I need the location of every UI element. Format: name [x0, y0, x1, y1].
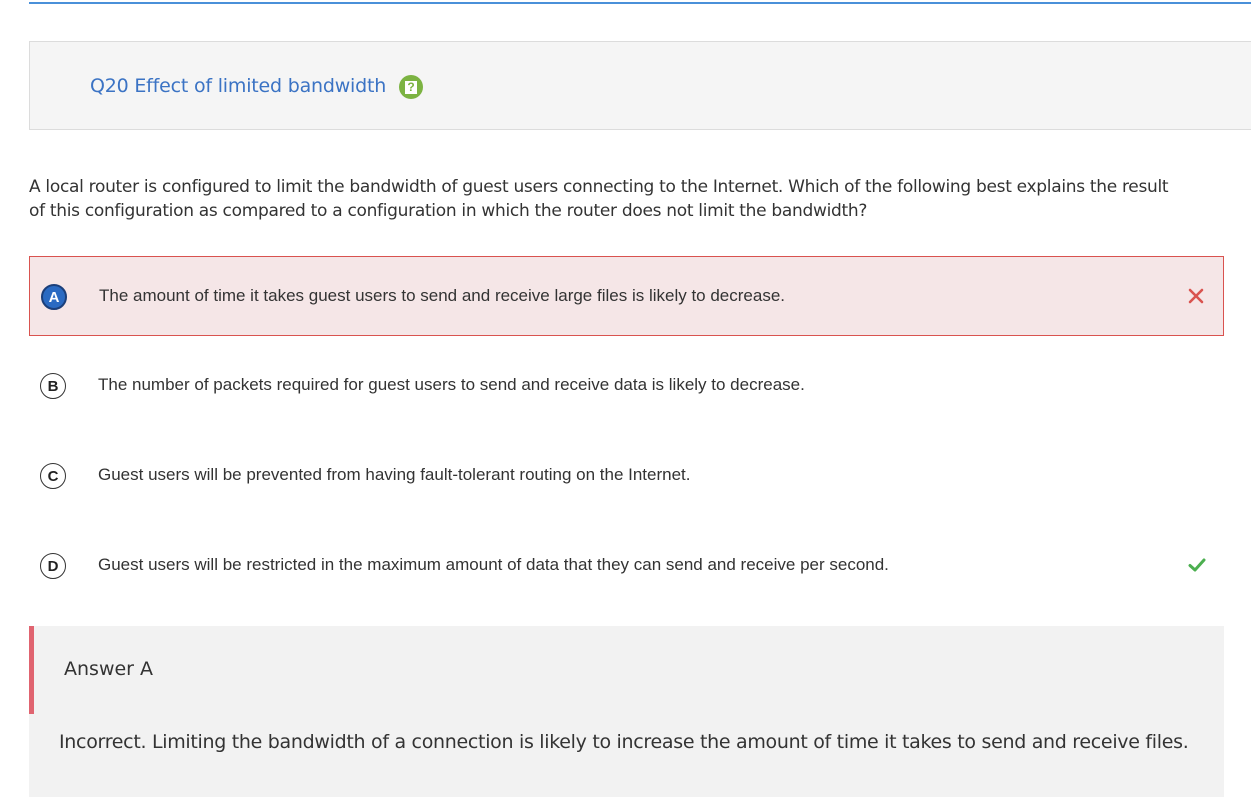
- choice-c[interactable]: C Guest users will be prevented from hav…: [29, 436, 1224, 516]
- choice-letter-a: A: [41, 284, 67, 310]
- explanation-text: Incorrect. Limiting the bandwidth of a c…: [59, 731, 1189, 753]
- choice-text-c: Guest users will be prevented from havin…: [98, 465, 691, 484]
- close-icon: [1185, 285, 1207, 307]
- explanation-accent-bar: [29, 626, 34, 714]
- choice-letter-d: D: [40, 553, 66, 579]
- answer-label: Answer A: [64, 658, 154, 680]
- choice-text-a: The amount of time it takes guest users …: [99, 286, 786, 305]
- check-icon: [1186, 554, 1208, 576]
- question-title: Q20 Effect of limited bandwidth: [90, 75, 387, 97]
- choice-d[interactable]: D Guest users will be restricted in the …: [29, 526, 1224, 606]
- question-header: Q20 Effect of limited bandwidth ?: [29, 41, 1251, 130]
- choice-letter-b: B: [40, 373, 66, 399]
- question-stem: A local router is configured to limit th…: [29, 177, 1169, 221]
- choice-text-d: Guest users will be restricted in the ma…: [98, 555, 889, 574]
- choice-a[interactable]: A The amount of time it takes guest user…: [29, 256, 1224, 336]
- help-question-icon[interactable]: ?: [399, 75, 423, 99]
- top-divider: [29, 2, 1251, 4]
- choice-b[interactable]: B The number of packets required for gue…: [29, 346, 1224, 426]
- choice-letter-c: C: [40, 463, 66, 489]
- answer-explanation: Answer A Incorrect. Limiting the bandwid…: [29, 626, 1224, 797]
- choice-text-b: The number of packets required for guest…: [98, 375, 805, 394]
